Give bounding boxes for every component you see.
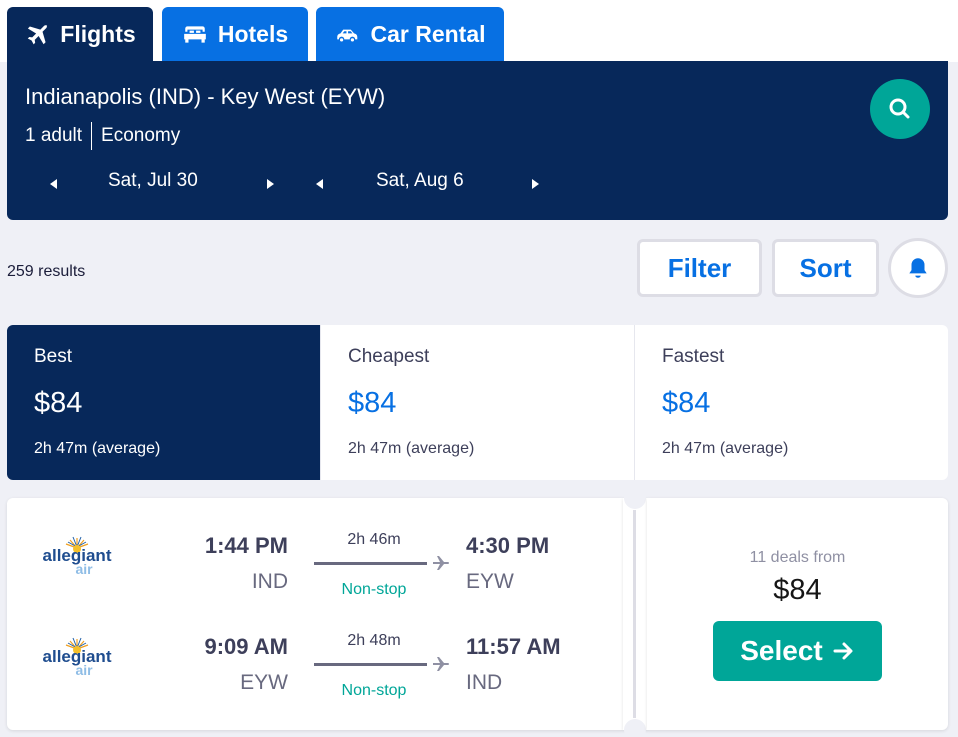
depart-date[interactable]: Sat, Jul 30 — [108, 170, 198, 192]
arrive-time: 11:57 AM — [466, 634, 561, 659]
tab-car-rental[interactable]: Car Rental — [316, 7, 504, 62]
bed-icon — [184, 25, 206, 43]
arrow-right-icon — [833, 642, 853, 660]
depart-airport: IND — [251, 570, 288, 593]
caret-left-icon — [316, 179, 323, 189]
divider-line — [633, 510, 636, 718]
divider — [91, 122, 93, 150]
price-panel: 11 deals from $84 Select — [647, 498, 948, 730]
sort-tabs: Best $84 2h 47m (average) Cheapest $84 2… — [7, 325, 948, 480]
return-prev-button[interactable] — [313, 175, 327, 189]
arrive-airport: EYW — [466, 570, 514, 593]
caret-right-icon — [267, 179, 274, 189]
bell-icon — [909, 258, 927, 278]
route-title: Indianapolis (IND) - Key West (EYW) — [25, 84, 386, 109]
route-line — [314, 562, 427, 565]
sort-tab-duration: 2h 47m (average) — [662, 440, 789, 457]
tab-label: Hotels — [217, 21, 289, 47]
outbound-leg: allegiant air 1:44 PM IND 2h 46m Non-sto… — [7, 528, 623, 608]
depart-time: 1:44 PM — [204, 533, 288, 558]
sort-tab-label: Fastest — [662, 346, 725, 367]
sort-tab-duration: 2h 47m (average) — [34, 440, 161, 457]
arrive-time: 4:30 PM — [466, 533, 550, 558]
arrive-airport: IND — [466, 671, 503, 694]
allegiant-air-logo: allegiant air — [43, 536, 112, 577]
select-button[interactable]: Select — [713, 621, 882, 681]
depart-next-button[interactable] — [263, 175, 277, 189]
depart-airport: EYW — [240, 671, 288, 694]
search-icon — [889, 98, 910, 119]
sort-tab-duration: 2h 47m (average) — [348, 440, 475, 457]
stops-label: Non-stop — [341, 682, 407, 699]
svg-text:air: air — [75, 662, 93, 678]
caret-right-icon — [532, 179, 539, 189]
filter-button[interactable]: Filter — [637, 239, 762, 297]
ticket-divider — [623, 487, 647, 737]
search-summary[interactable]: Indianapolis (IND) - Key West (EYW) 1 ad… — [7, 61, 948, 220]
sort-tab-price: $84 — [662, 387, 711, 419]
product-tabs: Flights Hotels Car Rental — [0, 0, 958, 62]
select-label: Select — [740, 635, 823, 666]
tab-flights[interactable]: Flights — [7, 7, 153, 62]
traveler-summary: 1 adult Economy — [25, 122, 180, 150]
tab-label: Flights — [60, 21, 136, 47]
sort-tab-label: Cheapest — [348, 346, 430, 367]
car-icon — [337, 29, 358, 41]
depart-prev-button[interactable] — [47, 175, 61, 189]
results-count: 259 results — [7, 263, 86, 280]
allegiant-air-logo: allegiant air — [43, 637, 112, 678]
deals-count: 11 deals from — [749, 549, 846, 566]
sort-button[interactable]: Sort — [772, 239, 879, 297]
return-date[interactable]: Sat, Aug 6 — [376, 170, 464, 192]
sort-tab-cheapest[interactable]: Cheapest $84 2h 47m (average) — [320, 325, 634, 480]
return-next-button[interactable] — [528, 175, 542, 189]
plane-icon — [433, 556, 449, 570]
search-button[interactable] — [870, 79, 930, 139]
tab-label: Car Rental — [370, 21, 486, 47]
itinerary-price: $84 — [773, 574, 822, 606]
svg-text:air: air — [75, 561, 93, 577]
stops-label: Non-stop — [341, 581, 407, 598]
sort-tab-label: Best — [34, 346, 73, 367]
flight-duration: 2h 48m — [347, 632, 401, 649]
route-line — [314, 663, 427, 666]
sort-tab-price: $84 — [34, 387, 83, 419]
plane-icon — [28, 24, 48, 44]
itinerary-card[interactable]: allegiant air 1:44 PM IND 2h 46m Non-sto… — [7, 498, 623, 730]
tab-hotels[interactable]: Hotels — [162, 7, 308, 62]
price-alert-button[interactable] — [888, 238, 948, 298]
travelers: 1 adult — [25, 125, 83, 146]
sort-tab-fastest[interactable]: Fastest $84 2h 47m (average) — [634, 325, 948, 480]
flight-duration: 2h 46m — [347, 531, 401, 548]
ticket-notch — [624, 487, 646, 509]
sort-tab-best[interactable]: Best $84 2h 47m (average) — [7, 325, 320, 480]
plane-icon — [433, 657, 449, 671]
sort-tab-price: $84 — [348, 387, 397, 419]
return-leg: allegiant air 9:09 AM EYW 2h 48m Non-sto… — [7, 629, 623, 709]
cabin-class: Economy — [101, 125, 181, 146]
depart-time: 9:09 AM — [204, 634, 288, 659]
ticket-notch — [624, 719, 646, 737]
caret-left-icon — [50, 179, 57, 189]
